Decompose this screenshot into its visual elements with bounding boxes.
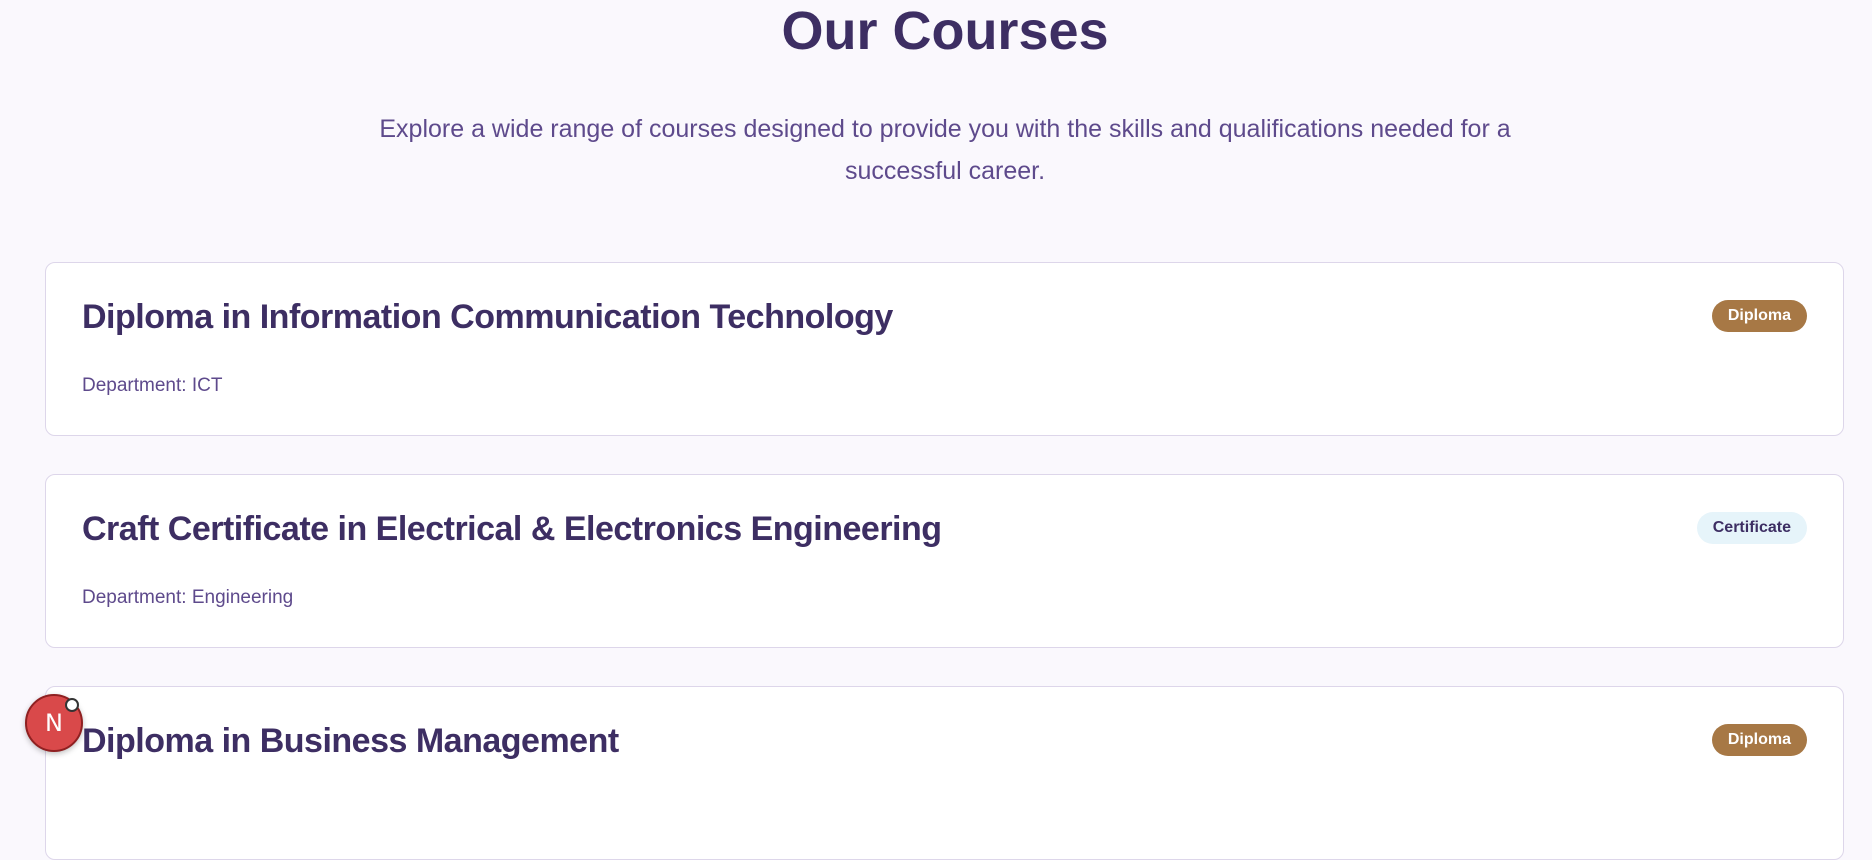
page-title: Our Courses: [781, 1, 1109, 61]
course-card[interactable]: Diploma in Information Communication Tec…: [45, 262, 1844, 436]
page-subtitle: Explore a wide range of courses designed…: [379, 115, 1511, 185]
course-title[interactable]: Diploma in Business Management: [82, 722, 619, 761]
course-type-badge: Diploma: [1711, 724, 1807, 756]
nextjs-logo-icon: N: [45, 709, 63, 737]
course-title[interactable]: Craft Certificate in Electrical & Electr…: [82, 510, 942, 549]
course-department: Department: ICT: [82, 375, 223, 396]
course-department: Department: Engineering: [82, 587, 294, 608]
status-dot-icon: [65, 698, 79, 712]
dev-tools-button[interactable]: N: [25, 694, 83, 752]
course-type-badge: Certificate: [1696, 512, 1807, 544]
course-type-badge: Diploma: [1711, 300, 1807, 332]
course-title[interactable]: Diploma in Information Communication Tec…: [82, 298, 893, 337]
course-card[interactable]: Craft Certificate in Electrical & Electr…: [45, 474, 1844, 648]
course-card[interactable]: Diploma in Business Management Diploma: [45, 686, 1844, 860]
